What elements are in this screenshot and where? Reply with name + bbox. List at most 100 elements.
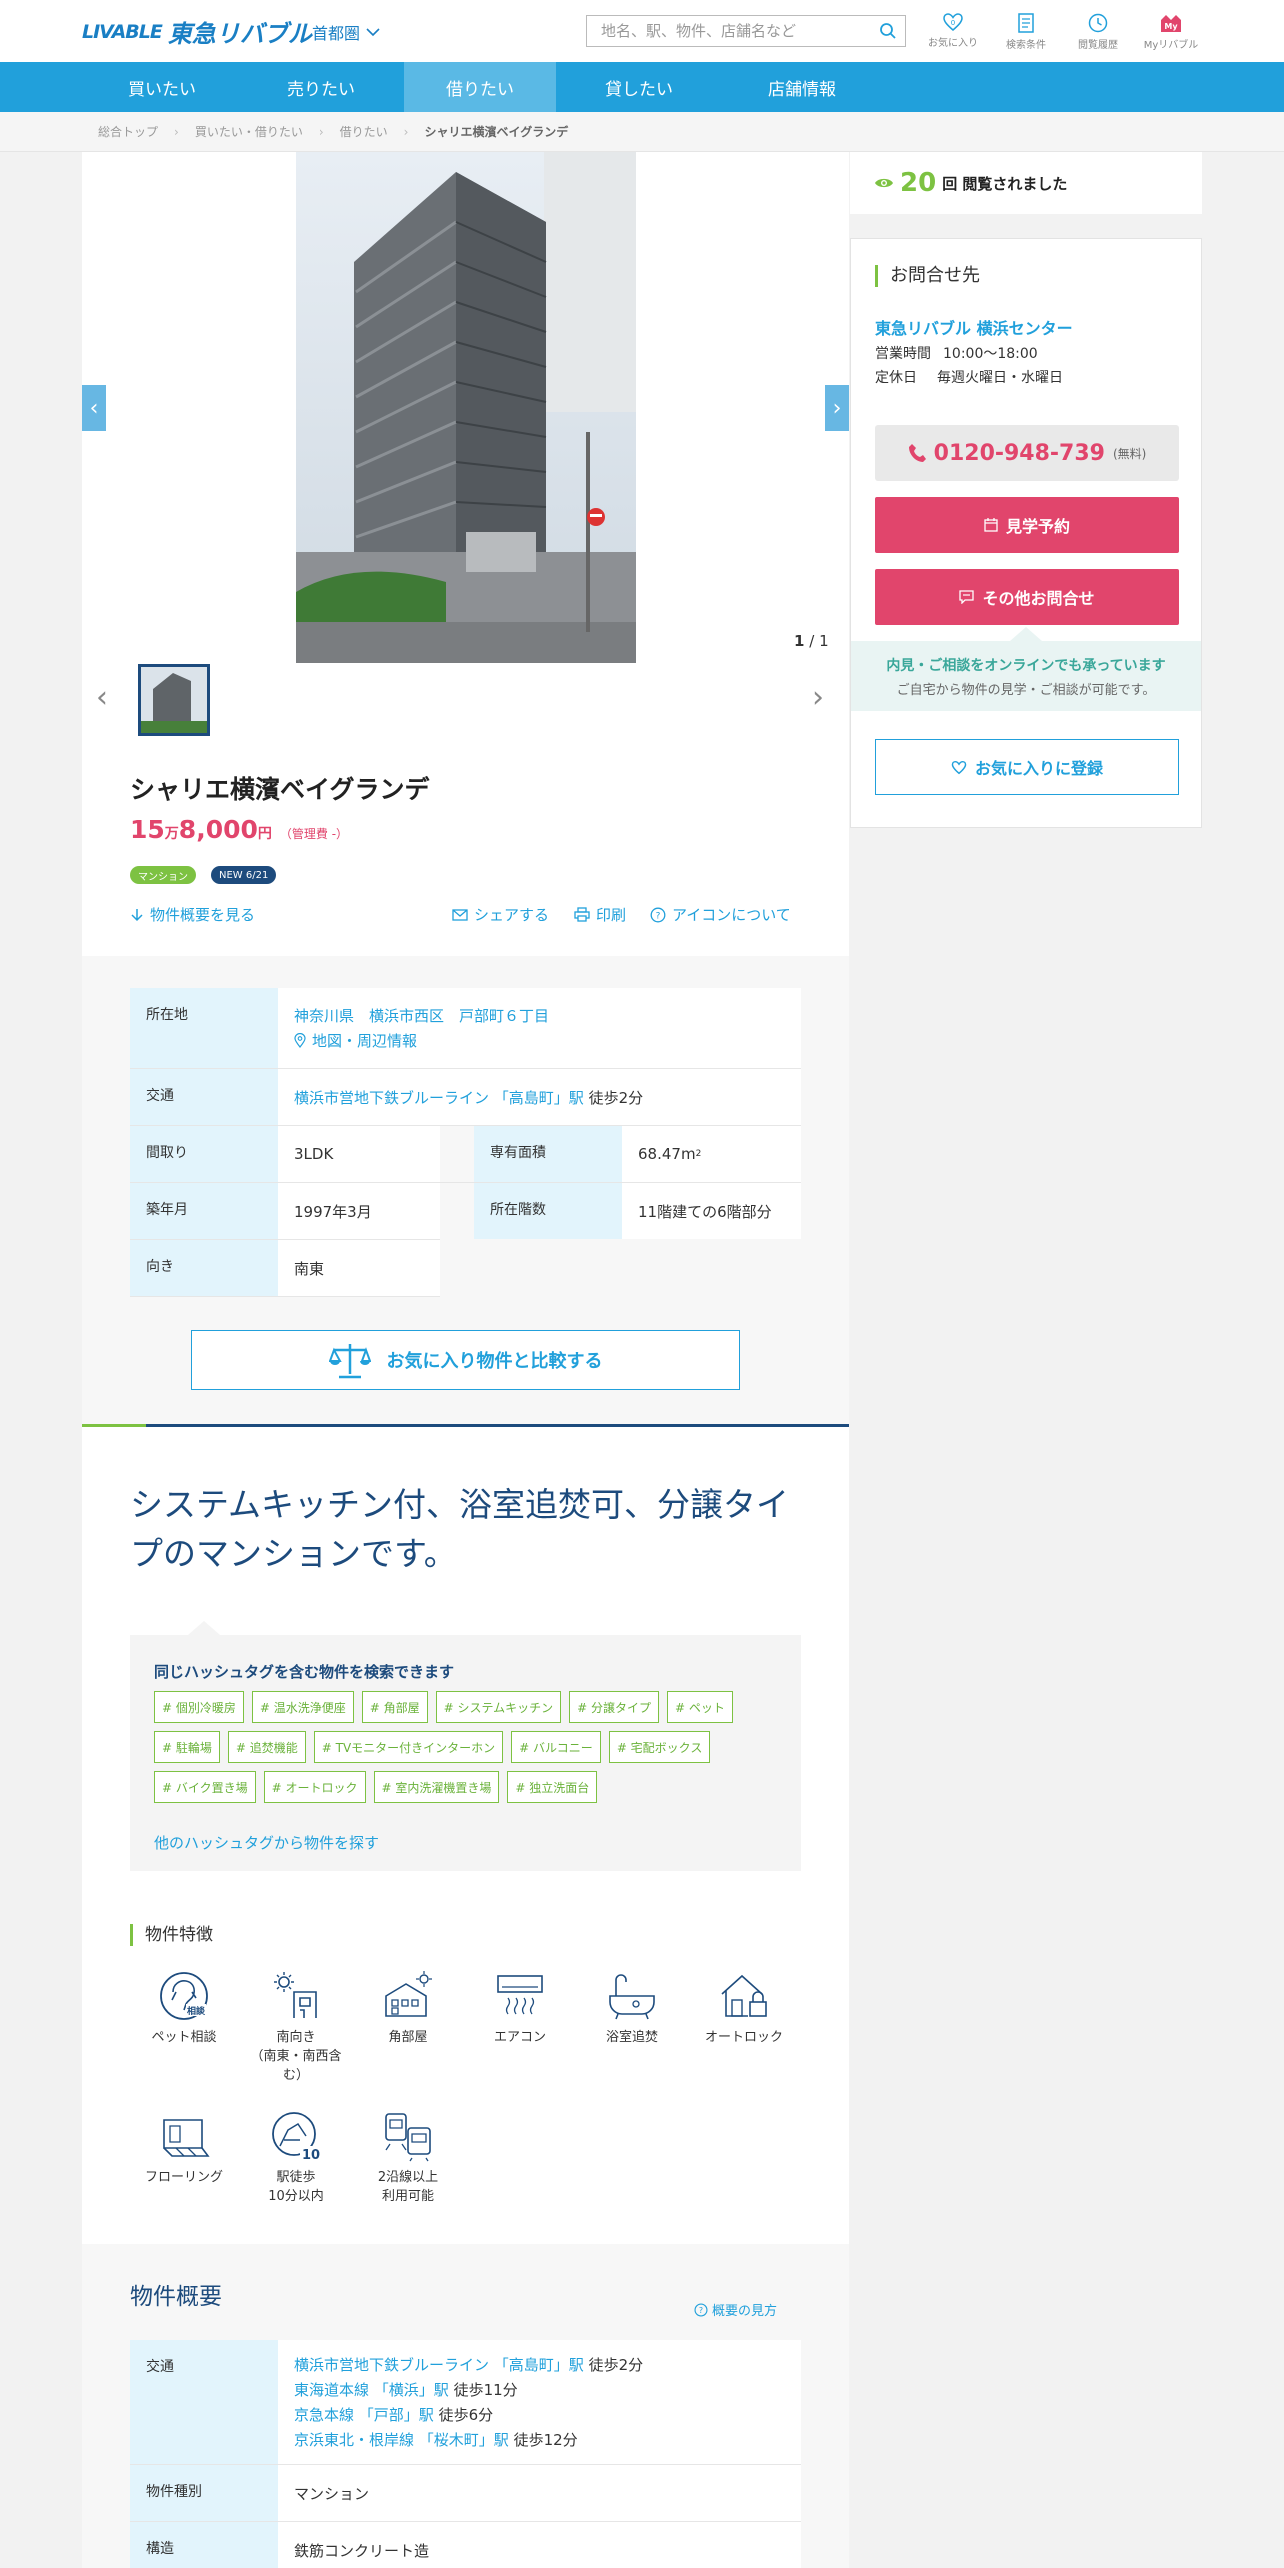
hashtag[interactable]: # 駐輪場 — [154, 1731, 220, 1763]
photo-prev-button[interactable]: ‹ — [82, 385, 106, 431]
feature-label: 2沿線以上 利用可能 — [377, 2170, 439, 2204]
hashtag[interactable]: # 独立洗面台 — [507, 1771, 598, 1803]
hashtag[interactable]: # システムキッチン — [435, 1691, 562, 1723]
nav-buy[interactable]: 買いたい — [86, 62, 238, 112]
traffic-line-link[interactable]: 東海道本線 「横浜」駅 — [294, 2381, 449, 2399]
hashtag-list: # 個別冷暖房 # 温水洗浄便座 # 角部屋 # システムキッチン # 分譲タイ… — [154, 1691, 784, 1803]
share-button[interactable]: シェアする — [452, 904, 549, 925]
thumb-prev-button[interactable]: ‹ — [96, 680, 108, 715]
contact-panel: お問合せ先 東急リバブル 横浜センター 営業時間 10:00～18:00 定休日… — [850, 238, 1202, 828]
more-hashtags-link[interactable]: 他のハッシュタグから物件を探す — [154, 1832, 379, 1853]
site-logo[interactable]: LIVABLE 東急リバブル — [82, 14, 312, 49]
photo-counter: 1 / 1 — [794, 632, 829, 650]
icon-help-link[interactable]: ? アイコンについて — [650, 904, 791, 925]
outline-structure-label: 構造 — [130, 2522, 278, 2568]
outline-type-label: 物件種別 — [130, 2465, 278, 2521]
region-selector[interactable]: 首都圏 — [312, 20, 380, 44]
traffic-walk: 徒歩2分 — [588, 1088, 644, 1107]
icon-help-label: アイコンについて — [672, 906, 791, 924]
breadcrumb-item[interactable]: 借りたい — [340, 123, 388, 140]
south-facing-icon — [274, 1972, 317, 2018]
feature-item: オートロック — [694, 1970, 794, 2047]
traffic-line-link[interactable]: 横浜市営地下鉄ブルーライン 「高島町」駅 — [294, 1087, 584, 1108]
other-inquiry-button[interactable]: その他お問合せ — [875, 569, 1179, 625]
outline-type-value: マンション — [278, 2465, 801, 2521]
view-count-text: 回 閲覧されました — [942, 174, 1068, 193]
hours-row: 営業時間 10:00～18:00 — [875, 343, 1038, 363]
breadcrumb-item[interactable]: 総合トップ — [98, 123, 158, 140]
header-search-conditions[interactable]: 検索条件 — [991, 12, 1061, 51]
feature-item: 角部屋 — [358, 1970, 458, 2047]
photo-next-button[interactable]: › — [825, 385, 849, 431]
floor-label: 所在階数 — [474, 1183, 622, 1239]
traffic-cell: 横浜市営地下鉄ブルーライン 「高島町」駅 徒歩2分 — [278, 1069, 801, 1125]
traffic-label: 交通 — [130, 1069, 278, 1125]
traffic-line-link[interactable]: 京浜東北・根岸線 「桜木町」駅 — [294, 2431, 509, 2449]
hashtag[interactable]: # 宅配ボックス — [608, 1731, 711, 1763]
svg-text:?: ? — [656, 911, 661, 921]
main-nav: 買いたい 売りたい 借りたい 貸したい 店舗情報 — [0, 62, 1284, 112]
hours-label: 営業時間 — [875, 346, 931, 362]
hashtag[interactable]: # バイク置き場 — [154, 1771, 256, 1803]
clock-icon — [1088, 13, 1108, 33]
search-input[interactable] — [587, 16, 871, 46]
hashtag[interactable]: # 分譲タイプ — [569, 1691, 660, 1723]
hashtag[interactable]: # 個別冷暖房 — [154, 1691, 244, 1723]
hashtag[interactable]: # TVモニター付きインターホン — [313, 1731, 504, 1763]
area-label: 専有面積 — [474, 1126, 622, 1182]
map-link-label: 地図・周辺情報 — [312, 1032, 418, 1050]
management-fee: （管理費 -） — [279, 827, 349, 841]
hashtag[interactable]: # ペット — [667, 1691, 733, 1723]
compare-button[interactable]: お気に入り物件と比較する — [191, 1330, 740, 1390]
nav-lease[interactable]: 貸したい — [563, 62, 715, 112]
add-favorite-button[interactable]: お気に入りに登録 — [875, 739, 1179, 795]
visit-reservation-button[interactable]: 見学予約 — [875, 497, 1179, 553]
traffic-line-link[interactable]: 京急本線 「戸部」駅 — [294, 2406, 434, 2424]
section-divider — [82, 1424, 849, 1427]
hashtag[interactable]: # 角部屋 — [361, 1691, 428, 1723]
region-label: 首都圏 — [312, 24, 361, 43]
logo-text: 東急リバブル — [167, 20, 312, 48]
overview-link[interactable]: 物件概要を見る — [130, 904, 255, 925]
header-nav-label: 検索条件 — [1006, 40, 1046, 51]
outline-traffic-label: 交通 — [130, 2340, 278, 2464]
document-icon — [1018, 13, 1034, 33]
hashtag[interactable]: # 室内洗濯機置き場 — [373, 1771, 500, 1803]
photo-thumbnail[interactable] — [138, 664, 210, 736]
view-count-number: 20 — [900, 168, 937, 198]
nav-stores[interactable]: 店舗情報 — [726, 62, 878, 112]
hashtag[interactable]: # 追焚機能 — [227, 1731, 306, 1763]
air-conditioner-icon — [497, 1975, 543, 2015]
location-value[interactable]: 神奈川県 横浜市西区 戸部町６丁目 — [294, 1005, 549, 1026]
phone-button[interactable]: 0120-948-739 (無料) — [875, 425, 1179, 481]
map-link[interactable]: 地図・周辺情報 — [294, 1030, 417, 1051]
store-name-link[interactable]: 東急リバブル 横浜センター — [875, 315, 1073, 339]
svg-text:0: 0 — [951, 19, 955, 27]
nav-sell[interactable]: 売りたい — [245, 62, 397, 112]
property-photo[interactable] — [296, 152, 636, 663]
holiday-value: 毎週火曜日・水曜日 — [937, 370, 1063, 386]
search-icon[interactable] — [871, 22, 905, 40]
print-button[interactable]: 印刷 — [574, 904, 626, 925]
visit-reservation-label: 見学予約 — [1005, 517, 1070, 536]
built-value: 1997年3月 — [278, 1183, 440, 1239]
logo-mark: LIVABLE — [82, 20, 163, 43]
hashtag[interactable]: # 温水洗浄便座 — [251, 1691, 354, 1723]
thumb-next-button[interactable]: › — [812, 680, 824, 715]
hashtag[interactable]: # オートロック — [263, 1771, 366, 1803]
nav-rent[interactable]: 借りたい — [404, 62, 556, 112]
header-history[interactable]: 閲覧履歴 — [1063, 12, 1133, 51]
catch-copy: システムキッチン付、浴室追焚可、分譲タイプのマンションです。 — [130, 1485, 790, 1573]
holiday-label: 定休日 — [875, 370, 917, 386]
header-my-livable[interactable]: My Myリバブル — [1136, 12, 1206, 51]
header-nav-label: Myリバブル — [1143, 40, 1199, 51]
traffic-line-link[interactable]: 横浜市営地下鉄ブルーライン 「高島町」駅 — [294, 2356, 584, 2374]
header-favorites[interactable]: 0 お気に入り — [918, 12, 988, 49]
hashtag-heading: 同じハッシュタグを含む物件を検索できます — [154, 1663, 455, 1681]
breadcrumb-item[interactable]: 買いたい・借りたい — [195, 123, 303, 140]
hashtag[interactable]: # バルコニー — [511, 1731, 601, 1763]
hashtag-box: 同じハッシュタグを含む物件を検索できます # 個別冷暖房 # 温水洗浄便座 # … — [130, 1621, 801, 1871]
outline-help-link[interactable]: ? 概要の見方 — [694, 2300, 777, 2319]
print-label: 印刷 — [596, 906, 627, 924]
traffic-walk: 徒歩2分 — [588, 2356, 644, 2374]
